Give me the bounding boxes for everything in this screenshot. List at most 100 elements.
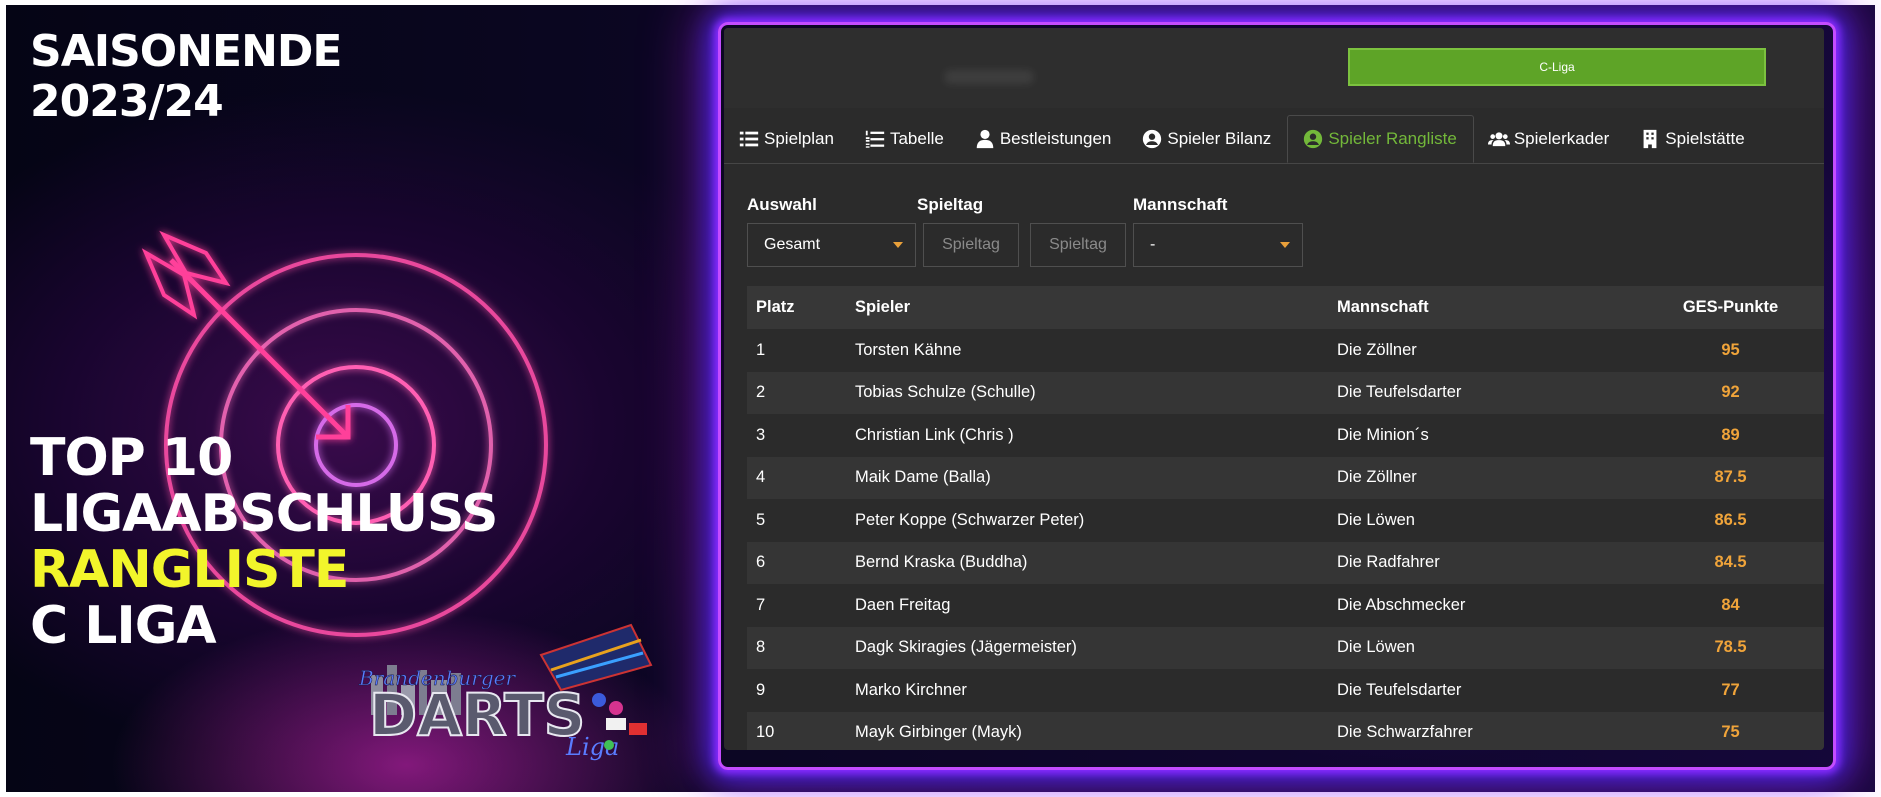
mannschaft-cell: Die Teufelsdarter [1337,383,1462,402]
blurred-header [944,70,1034,84]
season-line-2: 2023/24 [30,76,224,127]
tab-label: Spieler Rangliste [1328,129,1457,148]
spieltag-label: Spieltag [917,195,984,214]
spieler-cell: Maik Dame (Balla) [855,468,991,487]
punkte-cell: 84.5 [1714,553,1747,572]
table-row[interactable]: 2 Tobias Schulze (Schulle) Die Teufelsdart… [747,371,1824,414]
chevron-down-icon [1280,242,1290,248]
spieler-cell: Dagk Skiragies (Jägermeister) [855,638,1077,657]
punkte-cell: 77 [1721,680,1740,699]
panel-header: C-Liga [724,28,1824,108]
platz-cell: 10 [756,723,775,742]
tab-label: Spielstätte [1665,129,1745,148]
season-heading: SAISONENDE 2023/24 [30,27,342,127]
facebook-icon [592,693,606,707]
table-row[interactable]: 5 Peter Koppe (Schwarzer Peter) Die Löwen 8… [747,499,1824,542]
spieler-cell: Torsten Kähne [855,340,962,359]
table-row[interactable]: 4 Maik Dame (Balla) Die Zöllner 87.5 [747,456,1824,499]
table-row[interactable]: 7 Daen Freitag Die Abschmecker 84 [747,584,1824,627]
tab-spielerkader[interactable]: Spielerkader [1474,115,1625,163]
tab-label: Tabelle [889,129,944,148]
season-line-1: SAISONENDE [30,26,342,77]
tab-spieler-bilanz[interactable]: Spieler Bilanz [1127,115,1287,163]
table-row[interactable]: 10 Mayk Girbinger (Mayk) Die Schwarzfahrer… [747,711,1824,750]
punkte-cell: 78.5 [1714,638,1747,657]
mannschaft-cell: Die Teufelsdarter [1337,680,1462,699]
league-panel: C-Liga Spielplan Tabelle Bestleistungen … [724,28,1824,750]
tab-label: Spieler Bilanz [1167,129,1272,148]
darts-liga-logo: Brandenburger DARTS Liga [358,623,653,761]
platz-cell: 2 [756,383,766,402]
mannschaft-cell: Die Schwarzfahrer [1337,723,1473,742]
platz-cell: 1 [756,340,766,359]
logo-main-text: DARTS [369,681,585,749]
auswahl-value: Gesamt [764,236,821,253]
users-icon [1487,132,1510,147]
sponsor-badge-icon [629,723,647,735]
table-row[interactable]: 3 Christian Link (Chris ) Die Minion´s 89 [747,414,1824,457]
tab-tabelle[interactable]: Tabelle [850,115,960,163]
punkte-cell: 75 [1721,723,1740,742]
platz-cell: 5 [756,510,766,529]
punkte-cell: 95 [1721,340,1740,359]
punkte-cell: 89 [1721,425,1740,444]
table-header-row: Platz Spieler Mannschaft GES-Punkte [747,286,1824,329]
list-icon [739,131,759,147]
mannschaft-label: Mannschaft [1133,195,1228,214]
spieler-cell: Tobias Schulze (Schulle) [855,383,1036,402]
mannschaft-cell: Die Minion´s [1337,425,1429,444]
punkte-cell: 84 [1721,595,1740,614]
mannschaft-cell: Die Radfahrer [1337,553,1440,572]
league-badge[interactable]: C-Liga [1348,48,1766,86]
spieler-cell: Daen Freitag [855,595,951,614]
tab-bar: Spielplan Tabelle Bestleistungen Spieler… [724,115,1824,164]
user-circle-icon [1143,129,1162,149]
title-line-2: LIGAABSCHLUSS [30,484,498,544]
table-row[interactable]: 6 Bernd Kraska (Buddha) Die Radfahrer 84.5 [747,541,1824,584]
tab-bestleistungen[interactable]: Bestleistungen [960,115,1128,163]
mannschaft-cell: Die Zöllner [1337,340,1417,359]
mannschaft-select[interactable]: - [1133,223,1303,267]
building-icon [1643,129,1657,149]
tab-spielstaette[interactable]: Spielstätte [1625,115,1760,163]
instagram-icon [609,701,623,715]
chevron-down-icon [893,242,903,248]
table-body: 1 Torsten Kähne Die Zöllner 95 2 Tobias Schul… [747,329,1824,750]
title-line-1: TOP 10 [30,428,233,488]
sponsor-icon [606,718,626,730]
column-header-platz[interactable]: Platz [747,298,855,317]
tab-spieler-rangliste[interactable]: Spieler Rangliste [1287,115,1474,163]
table-row[interactable]: 9 Marko Kirchner Die Teufelsdarter 77 [747,669,1824,712]
column-header-mannschaft[interactable]: Mannschaft [1337,298,1637,317]
spieler-cell: Christian Link (Chris ) [855,425,1014,444]
user-icon [976,129,994,149]
mannschaft-value: - [1150,236,1156,253]
mannschaft-cell: Die Löwen [1337,510,1415,529]
spieltag-from-input[interactable]: Spieltag [923,223,1019,267]
table-row[interactable]: 8 Dagk Skiragies (Jägermeister) Die Löwen 7… [747,626,1824,669]
mannschaft-cell: Die Abschmecker [1337,595,1466,614]
platz-cell: 4 [756,468,766,487]
green-dot-icon [604,740,614,750]
column-header-punkte[interactable]: GES-Punkte [1637,298,1824,317]
spieltag-to-input[interactable]: Spieltag [1030,223,1126,267]
punkte-cell: 92 [1721,383,1740,402]
ranking-table: Platz Spieler Mannschaft GES-Punkte 1 Tor… [747,286,1824,750]
table-row[interactable]: 1 Torsten Kähne Die Zöllner 95 [747,329,1824,372]
auswahl-label: Auswahl [747,195,817,214]
tab-label: Spielplan [764,129,834,148]
column-header-spieler[interactable]: Spieler [855,298,1337,317]
spieler-cell: Mayk Girbinger (Mayk) [855,723,1022,742]
platz-cell: 7 [756,595,766,614]
punkte-cell: 86.5 [1714,510,1747,529]
platz-cell: 6 [756,553,766,572]
mannschaft-cell: Die Zöllner [1337,468,1417,487]
platz-cell: 8 [756,638,766,657]
tab-label: Bestleistungen [999,129,1112,148]
platz-cell: 9 [756,680,766,699]
tab-label: Spielerkader [1513,129,1610,148]
numbered-list-icon [865,130,885,148]
platz-cell: 3 [756,425,766,444]
tab-spielplan[interactable]: Spielplan [724,115,850,163]
auswahl-select[interactable]: Gesamt [747,223,916,267]
